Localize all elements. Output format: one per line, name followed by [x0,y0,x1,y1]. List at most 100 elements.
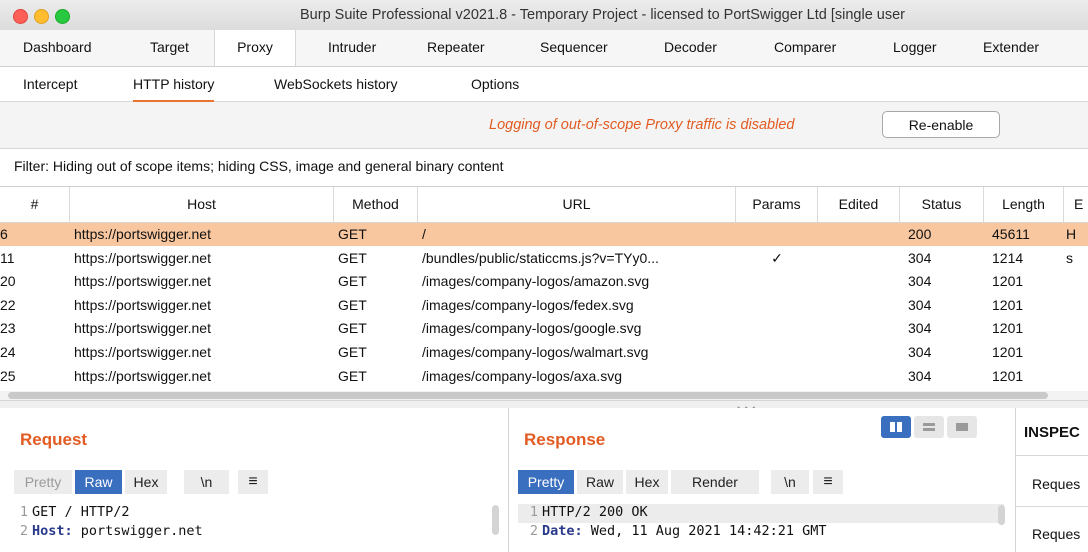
cell-host: https://portswigger.net [74,249,211,266]
cell-edited [818,247,900,270]
cell-url: /images/company-logos/fedex.svg [422,296,634,313]
tab-dashboard[interactable]: Dashboard [23,39,92,55]
cell-number: 11 [0,249,15,266]
column-header-number[interactable]: # [0,187,70,222]
table-row[interactable]: 24 https://portswigger.net GET/images/comp… [0,341,1088,364]
cell-edited [818,341,900,364]
tab-options[interactable]: Options [471,76,519,92]
column-header-length[interactable]: Length [984,187,1064,222]
cell-url: /images/company-logos/amazon.svg [422,273,650,290]
tab-intercept[interactable]: Intercept [23,76,77,92]
single-pane-layout-icon[interactable] [947,416,977,438]
request-pane: Request Pretty Raw Hex \n ≡ 1 GET / HTTP/… [0,408,508,552]
cell-length: 1201 [992,367,1024,384]
response-line-1[interactable]: 1 HTTP/2 200 OK [524,504,648,520]
cell-length: 1201 [992,320,1024,337]
request-newline-toggle[interactable]: \n [184,470,229,494]
line-number: 2 [529,523,538,539]
inspector-title: INSPEC [1024,424,1080,441]
tab-extender[interactable]: Extender [983,39,1039,55]
cell-edited [818,294,900,317]
filter-bar[interactable]: Filter: Hiding out of scope items; hidin… [0,149,1088,187]
tab-logger[interactable]: Logger [893,39,937,55]
table-row[interactable]: 23 https://portswigger.net GET/images/comp… [0,317,1088,340]
cell-status: 304 [908,249,932,266]
tab-decoder[interactable]: Decoder [664,39,717,55]
re-enable-button[interactable]: Re-enable [882,111,1000,138]
response-line-2[interactable]: 2 Date: Wed, 11 Aug 2021 14:42:21 GMT [524,523,827,539]
response-raw-button[interactable]: Raw [577,470,623,494]
cell-status: 304 [908,344,932,360]
request-line-1[interactable]: 1 GET / HTTP/2 [14,504,130,520]
cell-url: /images/company-logos/google.svg [422,320,642,337]
cell-number: 25 [0,367,16,384]
cell-status: 304 [908,273,932,290]
response-newline-toggle[interactable]: \n [771,470,809,494]
request-pretty-button[interactable]: Pretty [14,470,72,494]
inspector-request-headers[interactable]: Reques [1032,526,1080,542]
column-header-url[interactable]: URL [418,187,736,222]
window-title-bar: Burp Suite Professional v2021.8 - Tempor… [0,0,1088,31]
column-header-method[interactable]: Method [334,187,418,222]
request-line-2[interactable]: 2 Host: portswigger.net [14,523,203,539]
table-row[interactable]: 6 https://portswigger.net GET / 200 45611 H [0,223,1088,246]
cell-host: https://portswigger.net [74,296,211,313]
tab-comparer[interactable]: Comparer [774,39,836,55]
cell-edited [818,365,900,388]
column-header-extension[interactable]: E [1064,187,1088,222]
cell-params [736,294,818,317]
cell-url: /bundles/public/staticcms.js?v=TYy0... [422,249,659,266]
close-window-button[interactable] [13,9,28,24]
tab-intruder[interactable]: Intruder [328,39,376,55]
cell-params [736,341,818,364]
line-number: 2 [19,523,28,539]
cell-extension [1066,317,1088,340]
column-header-params[interactable]: Params [736,187,818,222]
table-horizontal-scrollbar[interactable] [0,391,1088,400]
cell-number: 6 [0,226,8,242]
table-row[interactable]: 25 https://portswigger.net GET/images/comp… [0,365,1088,388]
stacked-layout-icon[interactable] [914,416,944,438]
cell-length: 1201 [992,296,1024,313]
cell-number: 23 [0,320,16,337]
tab-websockets-history[interactable]: WebSockets history [274,76,397,92]
request-menu-icon[interactable]: ≡ [238,470,268,494]
response-hex-button[interactable]: Hex [626,470,668,494]
main-tab-bar: Dashboard Target Proxy Intruder Repeater… [0,30,1088,67]
maximize-window-button[interactable] [55,9,70,24]
request-vertical-scrollbar[interactable] [492,505,499,535]
column-header-host[interactable]: Host [70,187,334,222]
tab-http-history[interactable]: HTTP history [133,76,215,102]
tab-target[interactable]: Target [150,39,189,55]
side-by-side-layout-icon[interactable] [881,416,911,438]
cell-edited [818,223,900,246]
table-row[interactable]: 22 https://portswigger.net GET/images/comp… [0,294,1088,317]
response-render-button[interactable]: Render [671,470,759,494]
inspector-panel: INSPEC Reques Reques [1016,408,1088,552]
response-vertical-scrollbar[interactable] [998,505,1005,525]
inspector-request-attributes[interactable]: Reques [1032,476,1080,492]
scrollbar-thumb[interactable] [8,392,1048,399]
tab-repeater[interactable]: Repeater [427,39,485,55]
response-pretty-button[interactable]: Pretty [518,470,574,494]
tab-proxy[interactable]: Proxy [214,30,296,66]
minimize-window-button[interactable] [34,9,49,24]
table-row[interactable]: 11 https://portswigger.net GET/bundles/pub… [0,247,1088,270]
cell-extension [1066,270,1088,293]
response-menu-icon[interactable]: ≡ [813,470,843,494]
request-hex-button[interactable]: Hex [125,470,167,494]
tab-sequencer[interactable]: Sequencer [540,39,608,55]
inspector-divider-line [1016,506,1088,507]
table-row[interactable]: 20 https://portswigger.net GET/images/comp… [0,270,1088,293]
line-number: 1 [529,504,538,520]
cell-method: GET [338,226,367,242]
cell-length: 1214 [992,249,1024,266]
column-header-status[interactable]: Status [900,187,984,222]
cell-params [736,317,818,340]
request-title: Request [20,430,88,449]
cell-url: / [422,226,426,242]
column-header-edited[interactable]: Edited [818,187,900,222]
filter-text[interactable]: Filter: Hiding out of scope items; hidin… [14,158,504,174]
cell-url: /images/company-logos/walmart.svg [422,344,649,360]
request-raw-button[interactable]: Raw [75,470,122,494]
